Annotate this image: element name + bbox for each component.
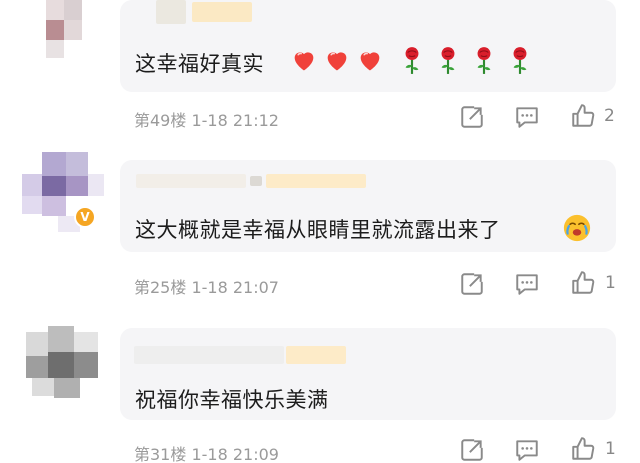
avatar[interactable]: [22, 326, 104, 406]
floor-label: 第31楼: [134, 445, 187, 463]
comment-item-3: 祝福你幸福快乐美满 第31楼 1-18 21:09 1: [0, 0, 640, 463]
comment-meta: 第31楼 1-18 21:09: [134, 441, 279, 463]
reply-icon[interactable]: [514, 437, 540, 463]
comment-text: 祝福你幸福快乐美满: [135, 388, 329, 412]
time-label: 21:09: [232, 445, 279, 463]
like-count: 1: [605, 439, 616, 459]
share-icon[interactable]: [459, 437, 485, 463]
date-label: 1-18: [191, 445, 228, 463]
thumbs-up-icon[interactable]: [570, 436, 596, 462]
